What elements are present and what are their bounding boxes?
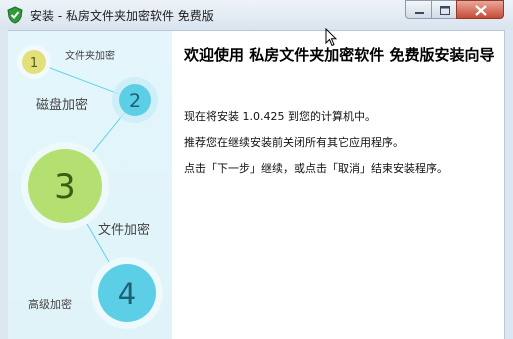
mouse-cursor-icon	[325, 28, 337, 47]
step-4-number: 4	[118, 277, 136, 311]
next-cancel-instructions: 点击「下一步」继续，或点击「取消」结束安装程序。	[184, 162, 448, 175]
minimize-button[interactable]	[405, 0, 432, 19]
minimize-icon	[415, 12, 424, 14]
steps-graphic: 1 2 3 4	[17, 45, 163, 329]
close-button[interactable]	[456, 0, 504, 19]
step-label-disk-encrypt: 磁盘加密	[36, 98, 89, 113]
maximize-button[interactable]	[431, 0, 457, 19]
installer-window: 安装 - 私房文件夹加密软件 免费版 1 2 3 4 文件夹加密 磁盘加密 文件…	[0, 0, 513, 339]
step-label-file-encrypt: 文件加密	[98, 223, 151, 238]
step-3-number: 3	[54, 167, 76, 207]
step-1-number: 1	[30, 56, 38, 71]
close-apps-text: 推荐您在继续安装前关闭所有其它应用程序。	[184, 136, 404, 149]
title-bar[interactable]: 安装 - 私房文件夹加密软件 免费版	[0, 0, 513, 31]
install-version-text: 现在将安装 1.0.425 到您的计算机中。	[184, 110, 376, 123]
step-label-folder-encrypt: 文件夹加密	[65, 51, 115, 62]
close-icon	[475, 5, 487, 16]
step-2-number: 2	[129, 90, 141, 112]
window-title: 安装 - 私房文件夹加密软件 免费版	[30, 9, 214, 23]
welcome-panel: 欢迎使用 私房文件夹加密软件 免费版安装向导 现在将安装 1.0.425 到您的…	[173, 31, 504, 339]
shield-check-icon	[7, 6, 23, 24]
welcome-heading: 欢迎使用 私房文件夹加密软件 免费版安装向导	[184, 46, 495, 64]
maximize-icon	[440, 6, 450, 15]
window-frame-right	[504, 30, 513, 339]
step-label-advanced-encrypt: 高级加密	[28, 298, 72, 311]
steps-sidebar: 1 2 3 4 文件夹加密 磁盘加密 文件加密 高级加密	[8, 31, 172, 339]
